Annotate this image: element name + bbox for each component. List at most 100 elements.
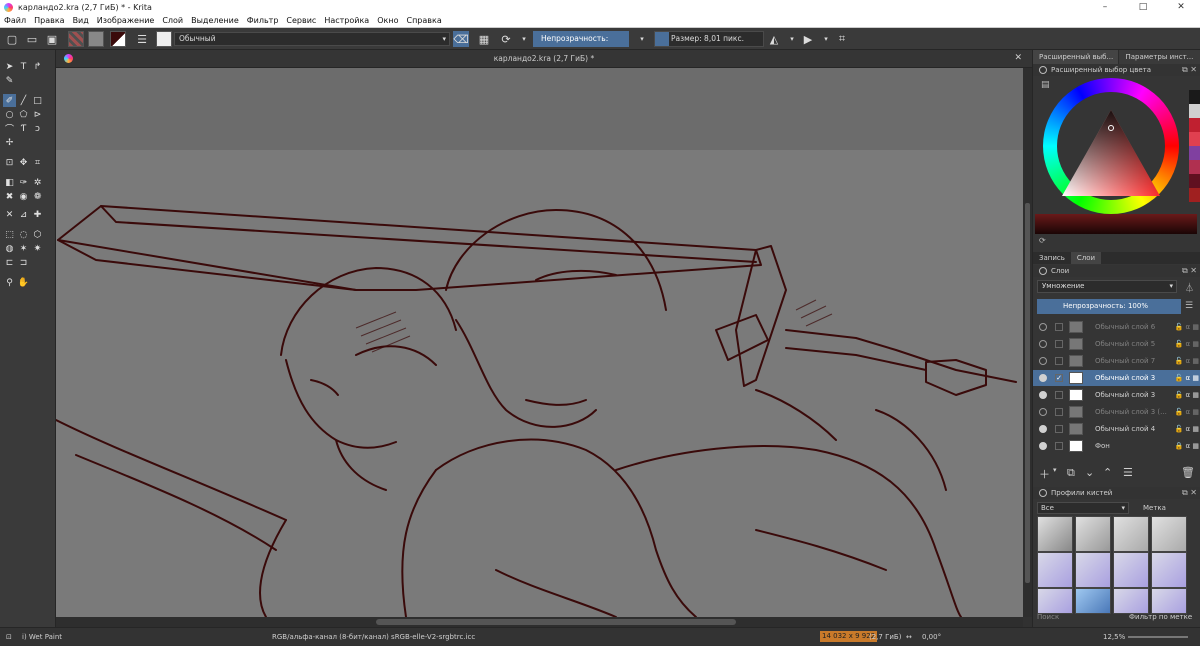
eraser-mode-icon[interactable]: ⌫ [453,31,469,47]
move-layer-up-icon[interactable]: ⌃ [1103,466,1112,479]
tab-advanced-color[interactable]: Расширенный выб... [1033,50,1119,64]
document-title[interactable]: карландо2.kra (2,7 ГиБ) * [56,54,1032,63]
rect-select-icon[interactable]: ⬚ [3,228,16,241]
bezier-select-icon[interactable]: ⊏ [3,256,16,269]
gradient-swatch[interactable] [68,31,84,47]
layer-row[interactable]: Обычный слой 6 🔓 α ▦ [1033,319,1200,335]
fill-tool-icon[interactable]: ✖ [3,190,16,203]
menu-select[interactable]: Выделение [187,14,243,28]
layer-checkbox[interactable] [1055,425,1063,433]
reference-images-icon[interactable]: ✚ [31,208,44,221]
multibrush-icon[interactable]: ✢ [3,136,16,149]
layer-lock-alpha-icon[interactable]: 🔓 α ▦ [1175,353,1199,369]
saturation-value-triangle[interactable] [1058,106,1164,202]
contiguous-select-icon[interactable]: ✶ [17,242,30,255]
maximize-button[interactable]: □ [1124,0,1162,14]
menu-window[interactable]: Окно [373,14,402,28]
brush-preset[interactable] [1037,516,1073,552]
measure-tool-icon[interactable]: ⊿ [17,208,30,221]
color-picker-icon[interactable]: ✑ [17,176,30,189]
tab-record[interactable]: Запись [1033,252,1071,264]
layer-checkbox[interactable] [1055,442,1063,450]
alpha-lock-icon[interactable]: ▦ [476,31,492,47]
reload-preset-icon[interactable]: ⟳ [498,31,514,47]
similar-select-icon[interactable]: ✷ [31,242,44,255]
visibility-icon[interactable] [1039,442,1047,450]
gradient-tool-icon[interactable]: ◧ [3,176,16,189]
brush-tag-filter-select[interactable]: Все ▾ [1037,502,1129,514]
brush-preset-icon[interactable] [156,31,172,47]
open-document-icon[interactable]: ▭ [24,31,40,47]
brush-settings-icon[interactable]: ☰ [134,31,150,47]
edit-shapes-icon[interactable]: ↱ [31,60,44,73]
polygon-select-icon[interactable]: ⬡ [31,228,44,241]
ellipse-select-icon[interactable]: ◌ [17,228,30,241]
close-document-icon[interactable]: ✕ [1014,53,1022,63]
smart-patch-icon[interactable]: ✲ [31,176,44,189]
close-button[interactable]: ✕ [1162,0,1200,14]
fg-bg-color-swatch[interactable] [110,31,126,47]
layer-lock-alpha-icon[interactable]: 🔓 α ▦ [1175,336,1199,352]
visibility-icon[interactable] [1039,357,1047,365]
visibility-icon[interactable] [1039,340,1047,348]
vertical-scroll-thumb[interactable] [1025,203,1030,583]
move-layer-down-icon[interactable]: ⌄ [1085,466,1094,479]
layer-row[interactable]: Обычный слой 7 🔓 α ▦ [1033,353,1200,369]
pattern-swatch[interactable] [88,31,104,47]
visibility-icon[interactable] [1039,408,1047,416]
brush-preset[interactable] [1151,588,1187,614]
brush-preset[interactable] [1113,588,1149,614]
colorize-mask-icon[interactable]: ❁ [31,190,44,203]
ellipse-tool-icon[interactable]: ○ [3,108,16,121]
minimize-button[interactable]: – [1086,0,1124,14]
line-tool-icon[interactable]: ╱ [17,94,30,107]
layer-lock-alpha-icon[interactable]: 🔓 α ▦ [1175,319,1199,335]
tab-layers[interactable]: Слои [1070,252,1102,264]
menu-filter[interactable]: Фильтр [243,14,283,28]
polyline-tool-icon[interactable]: ⊳ [31,108,44,121]
new-document-icon[interactable]: ▢ [4,31,20,47]
layer-lock-alpha-icon[interactable]: 🔒 α ▦ [1175,438,1199,454]
color-history-swatches[interactable] [1189,90,1200,210]
visibility-icon[interactable] [1039,374,1047,382]
menu-edit[interactable]: Правка [30,14,68,28]
mirror-vertical-icon[interactable]: ▶ [800,31,816,47]
layer-checkbox[interactable] [1055,340,1063,348]
visibility-icon[interactable] [1039,323,1047,331]
magnetic-select-icon[interactable]: ⊐ [17,256,30,269]
polygon-tool-icon[interactable]: ⬠ [17,108,30,121]
brush-preset[interactable] [1075,552,1111,588]
brush-search-input[interactable]: Поиск [1037,613,1127,625]
mirror-horizontal-icon[interactable]: ◭ [766,31,782,47]
vertical-scrollbar[interactable] [1023,68,1032,617]
menu-layer[interactable]: Слой [158,14,187,28]
mirror-dropdown-icon[interactable]: ▾ [784,31,800,47]
menu-view[interactable]: Вид [69,14,93,28]
tab-tool-options[interactable]: Параметры инст... [1119,50,1200,64]
brush-preset-selected[interactable] [1075,588,1111,614]
brush-preset[interactable] [1037,552,1073,588]
calligraphy-icon[interactable]: ✎ [3,74,16,87]
layer-checkbox[interactable] [1055,323,1063,331]
color-settings-icon[interactable]: ▤ [1041,80,1050,90]
refresh-icon[interactable]: ⟳ [1039,236,1046,245]
horizontal-scrollbar[interactable] [56,617,1023,627]
text-tool-icon[interactable]: T [17,60,30,73]
layer-lock-alpha-icon[interactable]: 🔓 α ▦ [1175,387,1199,403]
reload-dropdown-icon[interactable]: ▾ [516,31,532,47]
layer-row[interactable]: Обычный слой 3 🔓 α ▦ [1033,387,1200,403]
brush-preset[interactable] [1113,552,1149,588]
color-shade-strip[interactable] [1035,214,1197,234]
brush-preset[interactable] [1151,552,1187,588]
layer-lock-alpha-icon[interactable]: 🔓 α ▦ [1175,404,1199,420]
freehand-select-icon[interactable]: ◍ [3,242,16,255]
add-layer-icon[interactable]: ＋ [1039,466,1050,482]
layer-lock-alpha-icon[interactable]: 🔓 α ▦ [1175,370,1199,386]
menu-tools[interactable]: Сервис [282,14,320,28]
layer-properties-icon[interactable]: ☰ [1123,466,1133,479]
mirror-v-dropdown-icon[interactable]: ▾ [818,31,834,47]
move-tool-icon[interactable]: ✥ [17,156,30,169]
canvas[interactable] [56,68,1023,617]
layer-blend-select[interactable]: Умножение ▾ [1037,280,1177,293]
dynamic-brush-icon[interactable]: ↄ [31,122,44,135]
